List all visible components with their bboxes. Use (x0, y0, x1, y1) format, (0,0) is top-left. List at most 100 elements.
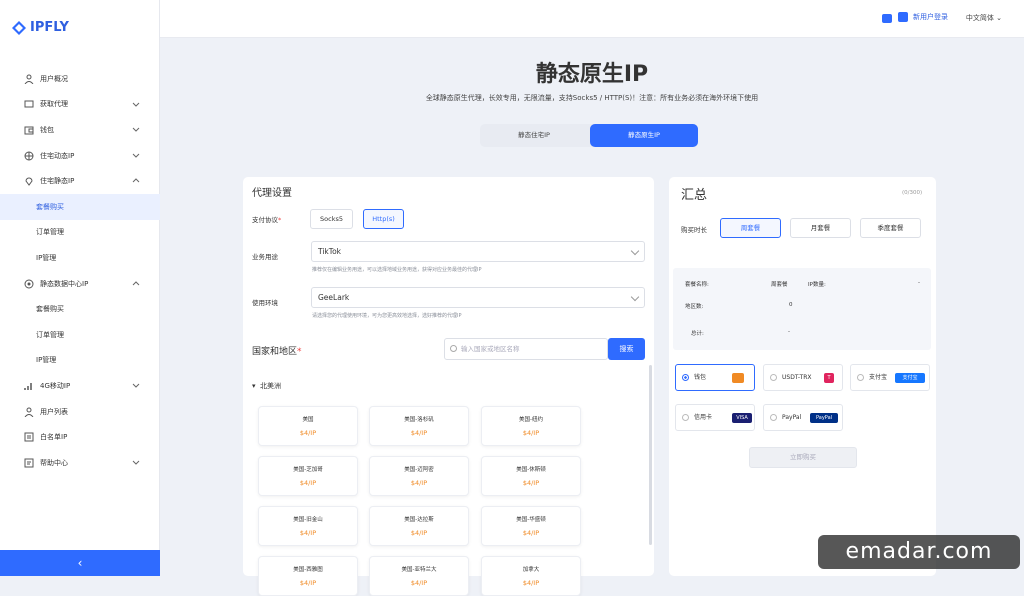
payment-option[interactable]: 支付宝 支付宝 (850, 364, 930, 391)
sidebar-item[interactable]: 住宅动态IP (0, 143, 160, 169)
env-hint: 请选择您的代理使用环境，可为您更高效地选择，选好推荐的代理IP (312, 313, 462, 319)
scrollbar[interactable] (649, 365, 652, 545)
payment-logo-icon: 支付宝 (895, 373, 925, 383)
pkg-label: 套餐名称: (685, 282, 709, 288)
location-price: $4/IP (410, 479, 428, 487)
protocol-label: 支付协议* (252, 216, 282, 224)
payment-label: 钱包 (694, 374, 707, 381)
location-tile[interactable]: 加拿大 $4/IP (481, 556, 581, 596)
sidebar-item-label: 住宅动态IP (40, 151, 75, 160)
location-name: 美国-达拉斯 (404, 517, 434, 523)
page-title: 静态原生IP (535, 62, 649, 87)
sidebar-item[interactable]: 住宅静态IP (0, 168, 160, 194)
location-price: $4/IP (410, 529, 428, 537)
location-price: $4/IP (299, 579, 317, 587)
sidebar-item[interactable]: 用户列表 (0, 399, 160, 425)
sidebar-item[interactable]: 获取代理 (0, 92, 160, 118)
location-name: 美国-洛杉矶 (404, 417, 434, 423)
location-tile[interactable]: 美国-旧金山 $4/IP (258, 506, 358, 546)
location-tile[interactable]: 美国 $4/IP (258, 406, 358, 446)
location-price: $4/IP (410, 579, 428, 587)
period-quarter[interactable]: 季度套餐 (860, 218, 921, 238)
location-price: $4/IP (522, 529, 540, 537)
wallet-icon (24, 125, 34, 135)
sidebar-item[interactable]: 静态数据中心IP (0, 271, 160, 297)
tab-static-native[interactable]: 静态原生IP (590, 124, 698, 147)
env-select[interactable]: GeeLark (311, 287, 645, 308)
payment-option[interactable]: 钱包 (675, 364, 755, 391)
location-tile[interactable]: 美国-纽约 $4/IP (481, 406, 581, 446)
message-icon[interactable] (882, 14, 892, 23)
proxy-settings-heading: 代理设置 (252, 188, 292, 199)
payment-logo-icon: VISA (732, 413, 752, 423)
radio-icon (770, 414, 777, 421)
location-tile[interactable]: 美国-达拉斯 $4/IP (369, 506, 469, 546)
chevron-down-icon (132, 458, 140, 466)
sidebar-subitem[interactable]: IP管理 (0, 348, 160, 374)
sidebar-item[interactable]: 用户概况 (0, 66, 160, 92)
payment-option[interactable]: USDT-TRX T (763, 364, 843, 391)
collapse-sidebar-button[interactable]: ‹ (0, 550, 160, 576)
sidebar-subitem[interactable]: IP管理 (0, 245, 160, 271)
sidebar-subitem[interactable]: 订单管理 (0, 322, 160, 348)
buy-now-button[interactable]: 立即购买 (749, 447, 857, 468)
sidebar: IPFLY 用户概况 获取代理 钱包 住宅动态IP 住宅静态IP 套餐购买 订单管理 IP管理… (0, 0, 160, 576)
location-name: 美国-西雅图 (293, 567, 323, 573)
location-price: $4/IP (410, 429, 428, 437)
sidebar-item-label: 住宅静态IP (40, 177, 75, 186)
location-tile[interactable]: 美国-迈阿密 $4/IP (369, 456, 469, 496)
sidebar-item[interactable]: 帮助中心 (0, 450, 160, 476)
payment-option[interactable]: 信用卡 VISA (675, 404, 755, 431)
location-tile[interactable]: 美国-芝加哥 $4/IP (258, 456, 358, 496)
list-icon (24, 432, 34, 442)
period-month[interactable]: 月套餐 (790, 218, 851, 238)
location-tile[interactable]: 美国-亚特兰大 $4/IP (369, 556, 469, 596)
location-tile[interactable]: 美国-休斯顿 $4/IP (481, 456, 581, 496)
server-icon (24, 279, 34, 289)
usage-select[interactable]: TikTok (311, 241, 645, 262)
chevron-up-icon (132, 279, 140, 287)
download-icon (24, 99, 34, 109)
sidebar-item[interactable]: 钱包 (0, 117, 160, 143)
language-label: 中文简体 (965, 14, 994, 22)
user-menu[interactable]: 新用户登录 (898, 12, 948, 22)
sidebar-item[interactable]: 4G移动IP (0, 373, 160, 399)
globe-icon (24, 151, 34, 161)
sidebar-item-label: 套餐购买 (36, 202, 64, 211)
period-week[interactable]: 周套餐 (720, 218, 781, 238)
payment-logo-icon: PayPal (810, 413, 838, 423)
location-price: $4/IP (522, 479, 540, 487)
location-tile[interactable]: 美国-西雅图 $4/IP (258, 556, 358, 596)
tab-static-residential[interactable]: 静态住宅IP (480, 124, 588, 147)
usage-hint: 推荐仅在编辑业务用途，可以选择地域业务用途，获得对应业务最佳的代理IP (312, 267, 482, 273)
usage-value: TikTok (318, 247, 342, 256)
protocol-https[interactable]: Http(s) (363, 209, 404, 229)
sidebar-subitem[interactable]: 订单管理 (0, 220, 160, 246)
sidebar-item-label: 白名单IP (40, 433, 68, 442)
sidebar-item-label: 套餐购买 (36, 305, 64, 314)
payment-option[interactable]: PayPal PayPal (763, 404, 843, 431)
product-toggle: 静态住宅IP 静态原生IP (480, 124, 698, 147)
sidebar-subitem[interactable]: 套餐购买 (0, 193, 160, 220)
chevron-down-icon (132, 125, 140, 133)
logo[interactable]: IPFLY (12, 20, 69, 35)
payment-logo-icon: T (824, 373, 834, 383)
search-icon (450, 345, 457, 352)
location-tile[interactable]: 美国-洛杉矶 $4/IP (369, 406, 469, 446)
protocol-socks5[interactable]: Socks5 (310, 209, 353, 229)
region-search-input[interactable]: 输入国家或地区名称 (444, 338, 608, 360)
location-tile[interactable]: 美国-华盛顿 $4/IP (481, 506, 581, 546)
sidebar-item[interactable]: 白名单IP (0, 424, 160, 450)
chevron-down-icon (132, 381, 140, 389)
location-name: 美国-迈阿密 (404, 467, 434, 473)
chevron-down-icon (132, 151, 140, 159)
location-name: 美国-亚特兰大 (401, 567, 437, 573)
search-button[interactable]: 搜索 (608, 338, 645, 360)
region-group-toggle[interactable]: ▾ 北美洲 (252, 381, 281, 391)
radio-icon (682, 414, 689, 421)
sidebar-subitem[interactable]: 套餐购买 (0, 296, 160, 322)
page-subtitle: 全球静态原生代理，长效专用，无限流量，支持Socks5 / HTTP(S)！注意… (425, 94, 759, 102)
ipcount-value: - (918, 280, 920, 286)
language-select[interactable]: 中文简体 ⌄ (966, 13, 1002, 23)
region-count-label: 地区数: (685, 304, 704, 310)
